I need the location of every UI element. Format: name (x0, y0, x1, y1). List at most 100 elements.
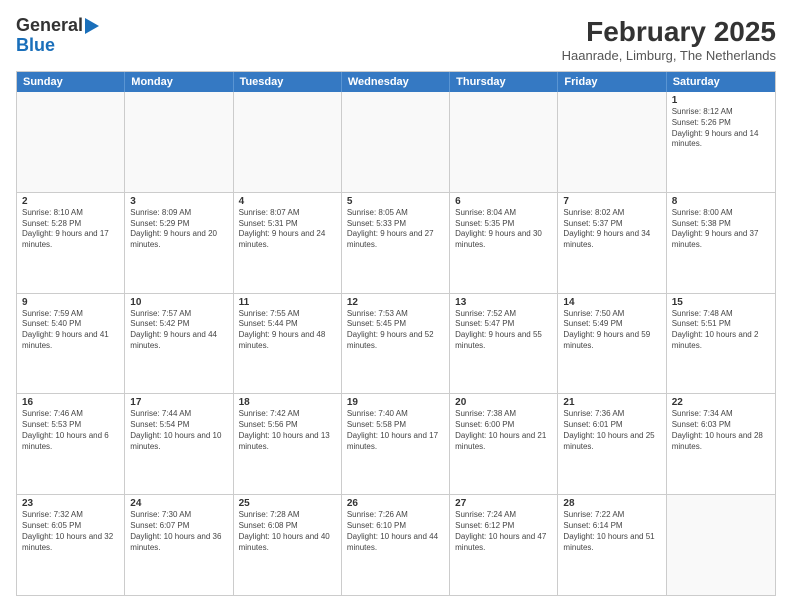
day-info: Sunrise: 7:38 AMSunset: 6:00 PMDaylight:… (455, 409, 552, 452)
calendar-cell-r2-c3: 12Sunrise: 7:53 AMSunset: 5:45 PMDayligh… (342, 294, 450, 394)
calendar-cell-r4-c6 (667, 495, 775, 595)
calendar-cell-r3-c6: 22Sunrise: 7:34 AMSunset: 6:03 PMDayligh… (667, 394, 775, 494)
day-number: 13 (455, 297, 552, 308)
day-number: 2 (22, 196, 119, 207)
calendar-cell-r1-c4: 6Sunrise: 8:04 AMSunset: 5:35 PMDaylight… (450, 193, 558, 293)
calendar-cell-r0-c2 (234, 92, 342, 192)
day-info: Sunrise: 7:24 AMSunset: 6:12 PMDaylight:… (455, 510, 552, 553)
day-info: Sunrise: 8:04 AMSunset: 5:35 PMDaylight:… (455, 208, 552, 251)
calendar-cell-r4-c5: 28Sunrise: 7:22 AMSunset: 6:14 PMDayligh… (558, 495, 666, 595)
calendar-body: 1Sunrise: 8:12 AMSunset: 5:26 PMDaylight… (17, 92, 775, 595)
day-number: 21 (563, 397, 660, 408)
day-number: 19 (347, 397, 444, 408)
calendar-cell-r4-c3: 26Sunrise: 7:26 AMSunset: 6:10 PMDayligh… (342, 495, 450, 595)
day-number: 15 (672, 297, 770, 308)
logo-text-blue: Blue (16, 35, 55, 55)
calendar-cell-r3-c5: 21Sunrise: 7:36 AMSunset: 6:01 PMDayligh… (558, 394, 666, 494)
header-tuesday: Tuesday (234, 72, 342, 92)
day-info: Sunrise: 8:12 AMSunset: 5:26 PMDaylight:… (672, 107, 770, 150)
calendar-cell-r1-c1: 3Sunrise: 8:09 AMSunset: 5:29 PMDaylight… (125, 193, 233, 293)
calendar-cell-r0-c6: 1Sunrise: 8:12 AMSunset: 5:26 PMDaylight… (667, 92, 775, 192)
day-info: Sunrise: 7:40 AMSunset: 5:58 PMDaylight:… (347, 409, 444, 452)
logo-arrow-icon (85, 18, 99, 34)
day-info: Sunrise: 7:34 AMSunset: 6:03 PMDaylight:… (672, 409, 770, 452)
calendar-row-0: 1Sunrise: 8:12 AMSunset: 5:26 PMDaylight… (17, 92, 775, 192)
day-info: Sunrise: 7:42 AMSunset: 5:56 PMDaylight:… (239, 409, 336, 452)
calendar-row-4: 23Sunrise: 7:32 AMSunset: 6:05 PMDayligh… (17, 494, 775, 595)
day-info: Sunrise: 7:22 AMSunset: 6:14 PMDaylight:… (563, 510, 660, 553)
calendar-cell-r2-c0: 9Sunrise: 7:59 AMSunset: 5:40 PMDaylight… (17, 294, 125, 394)
day-info: Sunrise: 7:30 AMSunset: 6:07 PMDaylight:… (130, 510, 227, 553)
calendar-cell-r2-c1: 10Sunrise: 7:57 AMSunset: 5:42 PMDayligh… (125, 294, 233, 394)
day-info: Sunrise: 7:55 AMSunset: 5:44 PMDaylight:… (239, 309, 336, 352)
day-info: Sunrise: 7:36 AMSunset: 6:01 PMDaylight:… (563, 409, 660, 452)
title-block: February 2025 Haanrade, Limburg, The Net… (562, 16, 776, 63)
calendar-cell-r2-c4: 13Sunrise: 7:52 AMSunset: 5:47 PMDayligh… (450, 294, 558, 394)
day-number: 23 (22, 498, 119, 509)
calendar-cell-r3-c4: 20Sunrise: 7:38 AMSunset: 6:00 PMDayligh… (450, 394, 558, 494)
calendar-cell-r4-c2: 25Sunrise: 7:28 AMSunset: 6:08 PMDayligh… (234, 495, 342, 595)
day-number: 3 (130, 196, 227, 207)
day-number: 14 (563, 297, 660, 308)
calendar-cell-r2-c5: 14Sunrise: 7:50 AMSunset: 5:49 PMDayligh… (558, 294, 666, 394)
calendar-cell-r1-c3: 5Sunrise: 8:05 AMSunset: 5:33 PMDaylight… (342, 193, 450, 293)
day-info: Sunrise: 8:02 AMSunset: 5:37 PMDaylight:… (563, 208, 660, 251)
calendar-cell-r4-c0: 23Sunrise: 7:32 AMSunset: 6:05 PMDayligh… (17, 495, 125, 595)
day-info: Sunrise: 7:53 AMSunset: 5:45 PMDaylight:… (347, 309, 444, 352)
calendar-cell-r4-c4: 27Sunrise: 7:24 AMSunset: 6:12 PMDayligh… (450, 495, 558, 595)
day-info: Sunrise: 7:44 AMSunset: 5:54 PMDaylight:… (130, 409, 227, 452)
day-number: 7 (563, 196, 660, 207)
calendar-cell-r0-c1 (125, 92, 233, 192)
day-number: 22 (672, 397, 770, 408)
day-number: 16 (22, 397, 119, 408)
calendar-row-1: 2Sunrise: 8:10 AMSunset: 5:28 PMDaylight… (17, 192, 775, 293)
calendar-cell-r3-c1: 17Sunrise: 7:44 AMSunset: 5:54 PMDayligh… (125, 394, 233, 494)
day-info: Sunrise: 7:32 AMSunset: 6:05 PMDaylight:… (22, 510, 119, 553)
day-info: Sunrise: 7:57 AMSunset: 5:42 PMDaylight:… (130, 309, 227, 352)
calendar-cell-r1-c6: 8Sunrise: 8:00 AMSunset: 5:38 PMDaylight… (667, 193, 775, 293)
logo-text-general: General (16, 16, 99, 36)
day-info: Sunrise: 7:52 AMSunset: 5:47 PMDaylight:… (455, 309, 552, 352)
header-sunday: Sunday (17, 72, 125, 92)
calendar-cell-r1-c5: 7Sunrise: 8:02 AMSunset: 5:37 PMDaylight… (558, 193, 666, 293)
day-info: Sunrise: 7:28 AMSunset: 6:08 PMDaylight:… (239, 510, 336, 553)
day-number: 25 (239, 498, 336, 509)
day-info: Sunrise: 7:48 AMSunset: 5:51 PMDaylight:… (672, 309, 770, 352)
day-info: Sunrise: 8:10 AMSunset: 5:28 PMDaylight:… (22, 208, 119, 251)
month-title: February 2025 (562, 16, 776, 48)
calendar-cell-r2-c2: 11Sunrise: 7:55 AMSunset: 5:44 PMDayligh… (234, 294, 342, 394)
day-number: 10 (130, 297, 227, 308)
day-number: 17 (130, 397, 227, 408)
day-number: 27 (455, 498, 552, 509)
day-number: 9 (22, 297, 119, 308)
day-info: Sunrise: 7:26 AMSunset: 6:10 PMDaylight:… (347, 510, 444, 553)
calendar-cell-r0-c4 (450, 92, 558, 192)
header-thursday: Thursday (450, 72, 558, 92)
day-number: 24 (130, 498, 227, 509)
header-friday: Friday (558, 72, 666, 92)
calendar-cell-r0-c5 (558, 92, 666, 192)
location-subtitle: Haanrade, Limburg, The Netherlands (562, 48, 776, 63)
day-number: 20 (455, 397, 552, 408)
calendar-cell-r0-c3 (342, 92, 450, 192)
calendar-header: Sunday Monday Tuesday Wednesday Thursday… (17, 72, 775, 92)
day-info: Sunrise: 8:09 AMSunset: 5:29 PMDaylight:… (130, 208, 227, 251)
calendar-cell-r3-c3: 19Sunrise: 7:40 AMSunset: 5:58 PMDayligh… (342, 394, 450, 494)
day-number: 18 (239, 397, 336, 408)
calendar-cell-r1-c0: 2Sunrise: 8:10 AMSunset: 5:28 PMDaylight… (17, 193, 125, 293)
day-number: 5 (347, 196, 444, 207)
day-number: 8 (672, 196, 770, 207)
day-number: 1 (672, 95, 770, 106)
page: General Blue February 2025 Haanrade, Lim… (0, 0, 792, 612)
header: General Blue February 2025 Haanrade, Lim… (16, 16, 776, 63)
header-monday: Monday (125, 72, 233, 92)
day-info: Sunrise: 8:00 AMSunset: 5:38 PMDaylight:… (672, 208, 770, 251)
header-saturday: Saturday (667, 72, 775, 92)
day-number: 11 (239, 297, 336, 308)
calendar-row-3: 16Sunrise: 7:46 AMSunset: 5:53 PMDayligh… (17, 393, 775, 494)
calendar-row-2: 9Sunrise: 7:59 AMSunset: 5:40 PMDaylight… (17, 293, 775, 394)
day-info: Sunrise: 8:05 AMSunset: 5:33 PMDaylight:… (347, 208, 444, 251)
day-number: 4 (239, 196, 336, 207)
day-info: Sunrise: 8:07 AMSunset: 5:31 PMDaylight:… (239, 208, 336, 251)
header-wednesday: Wednesday (342, 72, 450, 92)
